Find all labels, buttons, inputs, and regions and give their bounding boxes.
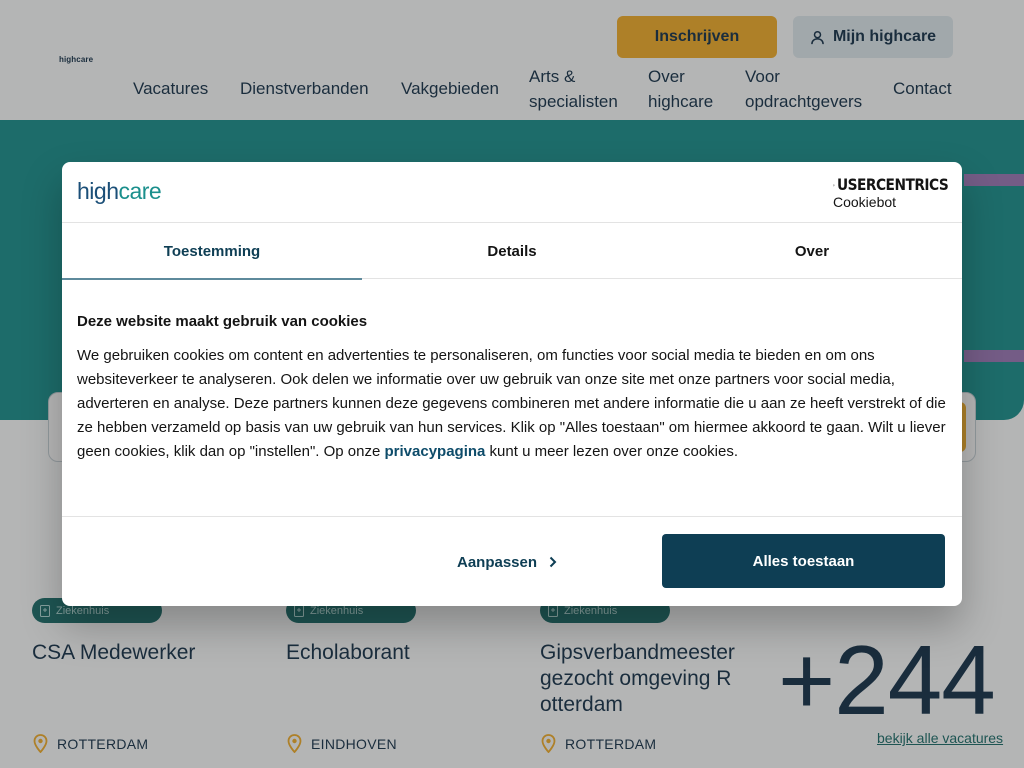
customize-label: Aanpassen (457, 553, 538, 571)
customize-button[interactable]: Aanpassen (457, 551, 557, 573)
dialog-header: highcare USERCENTRICS Cookiebot (62, 162, 962, 223)
tab-details[interactable]: Details (362, 223, 662, 279)
cookie-consent-dialog: highcare USERCENTRICS Cookiebot Toestemm… (62, 162, 962, 606)
cookiebot-logo[interactable]: USERCENTRICS Cookiebot (833, 175, 949, 211)
brand-logo: highcare (77, 178, 162, 205)
tab-over[interactable]: Over (662, 223, 962, 279)
brand-logo-part2: care (118, 178, 162, 204)
allow-all-button[interactable]: Alles toestaan (662, 534, 945, 588)
privacy-page-link[interactable]: privacypagina (385, 443, 486, 460)
consent-tabs: Toestemming Details Over (62, 223, 962, 280)
usercentrics-wordmark: USERCENTRICS (833, 175, 949, 194)
consent-body: Deze website maakt gebruik van cookies W… (77, 312, 947, 464)
cookiebot-label: Cookiebot (833, 194, 897, 210)
dialog-footer: Aanpassen Alles toestaan (62, 516, 962, 606)
chevron-right-icon (549, 556, 557, 568)
consent-text: We gebruiken cookies om content en adver… (77, 344, 947, 464)
usercentrics-label: USERCENTRICS (836, 175, 949, 194)
tab-toestemming[interactable]: Toestemming (62, 223, 362, 280)
consent-heading: Deze website maakt gebruik van cookies (77, 313, 368, 330)
brand-logo-part1: high (77, 178, 119, 204)
usercentrics-shield-icon (833, 184, 835, 186)
consent-text-part2: kunt u meer lezen over onze cookies. (485, 443, 739, 460)
